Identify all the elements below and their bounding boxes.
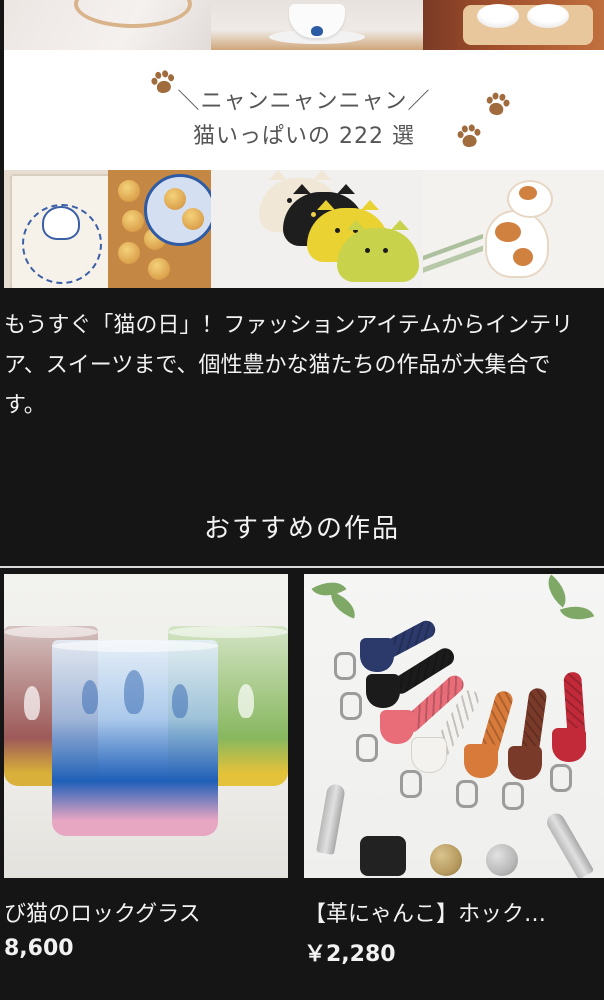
silver-key-shape xyxy=(543,810,595,878)
coin-shape xyxy=(430,844,462,876)
recommended-section-heading: おすすめの作品 xyxy=(203,514,400,544)
rock-glass-product-image[interactable] xyxy=(4,574,288,878)
embroidered-cat-shape xyxy=(479,178,565,282)
ring-shape xyxy=(550,764,572,792)
blue-heart-shape xyxy=(311,26,323,36)
page: ＼ニャンニャンニャン／ 猫いっぱいの 222 選 もうすぐ「猫の日」！ファッショ… xyxy=(0,0,604,1000)
description-line: ア、スイーツまで、個性豊かな猫たちの作品が大集合で xyxy=(4,353,551,378)
campaign-description: もうすぐ「猫の日」！ファッションアイテムからインテリ ア、スイーツまで、個性豊か… xyxy=(4,306,604,426)
product-title[interactable]: び猫のロックグラス xyxy=(4,896,201,928)
leaf-shape xyxy=(539,574,575,608)
campaign-banner[interactable]: ＼ニャンニャンニャン／ 猫いっぱいの 222 選 xyxy=(4,0,604,288)
cookie-shape xyxy=(182,208,204,230)
section-divider xyxy=(0,566,604,568)
banner-tagline: ＼ニャンニャンニャン／ xyxy=(177,89,431,114)
cat-purse-photo xyxy=(211,170,423,288)
cookie-shape xyxy=(164,188,186,210)
pink-cat-head-shape xyxy=(380,710,414,744)
silver-key-shape xyxy=(316,782,346,856)
banner-bottom-photo-row xyxy=(4,170,604,288)
white-cat-head-shape xyxy=(412,738,446,772)
product-price: 8,600 xyxy=(4,936,74,961)
tray-cup-shape xyxy=(527,4,569,28)
black-cat-head-shape xyxy=(366,674,400,708)
cat-tin-shape xyxy=(10,174,112,288)
leather-cat-keychain-product-image[interactable] xyxy=(304,574,604,878)
description-line: もうすぐ「猫の日」！ファッションアイテムからインテリ xyxy=(4,313,574,338)
embroidered-cat-brooch-photo xyxy=(423,170,604,288)
navy-cat-head-shape xyxy=(360,638,394,672)
ring-shape xyxy=(334,652,356,680)
ring-shape xyxy=(356,734,378,762)
product-price: ￥2,280 xyxy=(304,942,396,967)
ring-shape xyxy=(340,692,362,720)
product-card[interactable]: び猫のロックグラス 8,600 xyxy=(4,574,288,1000)
bracelet-photo xyxy=(4,0,211,50)
ring-shape xyxy=(456,780,478,808)
cat-cup-photo xyxy=(211,0,423,50)
ring-shape xyxy=(502,782,524,810)
brown-cat-head-shape xyxy=(508,746,542,780)
ring-shape xyxy=(400,770,422,798)
product-card[interactable]: 【革にゃんこ】ホック… ￥2,280 xyxy=(304,574,604,1000)
product-title[interactable]: 【革にゃんこ】ホック… xyxy=(304,896,546,928)
plate-shape xyxy=(144,174,211,246)
description-line: す。 xyxy=(4,393,46,418)
blue-glass-shape xyxy=(52,640,218,836)
tray-cups-photo xyxy=(423,0,604,50)
red-cat-head-shape xyxy=(552,728,586,762)
coin-shape xyxy=(486,844,518,876)
green-cat-purse-shape xyxy=(337,220,419,282)
bracelet-shape xyxy=(74,0,192,28)
leaf-shape xyxy=(325,591,361,619)
banner-title: 猫いっぱいの 222 選 xyxy=(193,124,415,149)
banner-heading: ＼ニャンニャンニャン／ 猫いっぱいの 222 選 xyxy=(4,52,604,170)
orange-cat-head-shape xyxy=(464,744,498,778)
tray-cup-shape xyxy=(477,4,519,28)
cat-cookie-tin-photo xyxy=(4,170,211,288)
car-key-fob-shape xyxy=(360,836,406,876)
fern-shape xyxy=(423,232,483,288)
banner-top-photo-strip xyxy=(4,0,604,50)
